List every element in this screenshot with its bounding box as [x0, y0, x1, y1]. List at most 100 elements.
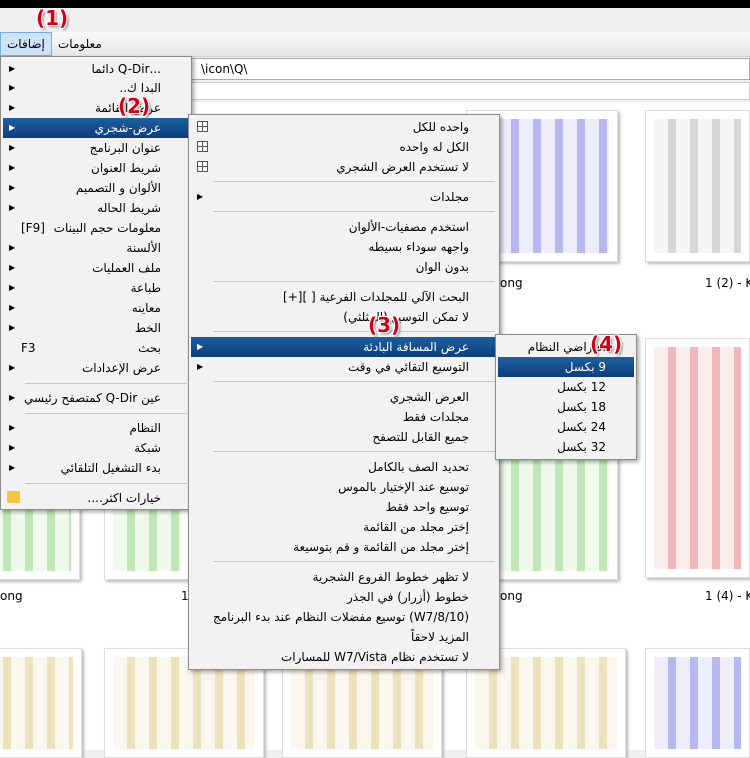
menu-bar: إضافات معلومات	[0, 32, 750, 57]
extras-menu-item-label: النظام	[129, 421, 161, 435]
tree-submenu-item[interactable]: جميع القابل للتصفح	[191, 427, 497, 447]
tree-submenu-item[interactable]: استخدم مصفيات-الألوان	[191, 217, 497, 237]
annotation-1: (1)	[36, 6, 69, 30]
file-thumbnail[interactable]	[645, 648, 750, 758]
tree-submenu-item[interactable]: تحديد الصف بالكامل	[191, 457, 497, 477]
file-caption: 1 (2) - Ko	[705, 276, 750, 290]
extras-menu-item[interactable]: الألسنة ▶	[3, 238, 189, 258]
tree-submenu-item-label: عرض المسافة البادئة	[363, 340, 469, 354]
extras-menu-item[interactable]: النظام ▶	[3, 418, 189, 438]
extras-menu-item-label: شريط العنوان	[91, 161, 161, 175]
tree-submenu-item[interactable]: العرض الشجري	[191, 387, 497, 407]
address-bar[interactable]: \icon\Q\	[190, 58, 750, 80]
tree-submenu-item[interactable]: واحده للكل	[191, 117, 497, 137]
tree-submenu-item-label: البحث الآلي للمجلدات الفرعية [ ][+]	[283, 290, 469, 304]
extras-menu-item[interactable]: عرض-القائمة ▶	[3, 98, 189, 118]
image-preview-icon	[475, 657, 617, 749]
extras-menu-item[interactable]: بدء التشغيل التلقائي ▶	[3, 458, 189, 478]
menu-separator	[213, 181, 495, 182]
file-caption: ong	[500, 589, 523, 603]
submenu-arrow-icon: ▶	[9, 123, 16, 132]
extras-menu-item[interactable]: الألوان و التصميم ▶	[3, 178, 189, 198]
tree-icon	[197, 161, 208, 172]
extras-menu-item-label: خيارات اكثر....	[87, 491, 161, 505]
tree-submenu-item-label: استخدم مصفيات-الألوان	[348, 220, 469, 234]
extras-menu-item-label: الألوان و التصميم	[75, 181, 161, 195]
tree-submenu-item[interactable]: التوسيع التقائي في وقت ▶	[191, 357, 497, 377]
extras-menu-item[interactable]: معلومات حجم البينات [F9]	[3, 218, 189, 238]
tree-submenu-item-label: مجلدات	[429, 190, 469, 204]
tab-strip[interactable]	[190, 82, 750, 100]
tree-submenu-item[interactable]: إختر مجلد من القائمة و قم بتوسيعة	[191, 537, 497, 557]
tree-submenu-item[interactable]: مجلدات ▶	[191, 187, 497, 207]
extras-menu-item[interactable]: عين Q-Dir كمتصفح رئيسي ▶	[3, 388, 189, 408]
menu-separator	[213, 451, 495, 452]
extras-menu-item[interactable]: طباعة ▶	[3, 278, 189, 298]
tree-submenu-item-label: إختر مجلد من القائمة	[363, 520, 469, 534]
extras-menu-item-label: ...Q-Dir دائما	[91, 62, 161, 76]
tree-submenu-item[interactable]: لا تمكن التوسيع (المثلثي)	[191, 307, 497, 327]
indent-submenu-item[interactable]: 32 بكسل	[498, 437, 634, 457]
tree-submenu-item[interactable]: بدون الوان	[191, 257, 497, 277]
menu-info[interactable]: معلومات	[52, 32, 108, 56]
tree-submenu-item[interactable]: الكل له واحده	[191, 137, 497, 157]
indent-submenu-item[interactable]: 24 بكسل	[498, 417, 634, 437]
submenu-arrow-icon: ▶	[9, 83, 16, 92]
extras-menu-item[interactable]: ملف العمليات ▶	[3, 258, 189, 278]
menu-separator	[25, 413, 187, 414]
image-preview-icon	[291, 657, 433, 749]
window-top-border	[0, 0, 750, 8]
file-caption: ong	[500, 276, 523, 290]
extras-menu-item[interactable]: ...Q-Dir دائما ▶	[3, 59, 189, 79]
extras-menu-item[interactable]: شبكة ▶	[3, 438, 189, 458]
tree-submenu-item[interactable]: واجهه سوداء بسيطه	[191, 237, 497, 257]
extras-menu-item-label: الألسنة	[126, 241, 161, 255]
tree-submenu-item-label: (W7/8/10) توسيع مفضلات النظام عند بدء ال…	[212, 610, 469, 624]
menu-extras[interactable]: إضافات	[0, 32, 52, 56]
extras-menu-item-label: شريط الحاله	[97, 201, 161, 215]
tree-submenu-item-label: واجهه سوداء بسيطه	[368, 240, 469, 254]
tree-submenu-item[interactable]: لا تستخدم العرض الشجري	[191, 157, 497, 177]
tree-submenu-item[interactable]: لا تظهر خطوط الفروع الشجرية	[191, 567, 497, 587]
tree-submenu-item[interactable]: عرض المسافة البادئة ▶	[191, 337, 497, 357]
tree-submenu-item-label: توسيع واحد فقط	[385, 500, 469, 514]
tree-icon	[197, 141, 208, 152]
extras-menu-item[interactable]: معاينه ▶	[3, 298, 189, 318]
tree-submenu-item[interactable]: خطوط (أزرار) في الجذر	[191, 587, 497, 607]
tree-submenu-item[interactable]: (W7/8/10) توسيع مفضلات النظام عند بدء ال…	[191, 607, 497, 627]
file-thumbnail[interactable]	[0, 648, 82, 758]
tree-submenu-item-label: لا تستخدم نظام W7/Vista للمسارات	[280, 650, 469, 664]
extras-menu-item[interactable]: خيارات اكثر....	[3, 488, 189, 508]
extras-menu-item[interactable]: البدا ك.. ▶	[3, 78, 189, 98]
tree-submenu-item[interactable]: مجلدات فقط	[191, 407, 497, 427]
indent-submenu-item[interactable]: 18 بكسل	[498, 397, 634, 417]
submenu-arrow-icon: ▶	[9, 103, 16, 112]
extras-menu-item[interactable]: بحث F3	[3, 338, 189, 358]
extras-menu-item-label: الخط	[134, 321, 161, 335]
file-thumbnail[interactable]	[645, 110, 750, 262]
extras-menu-item[interactable]: عرض الإعدادات ▶	[3, 358, 189, 378]
indent-submenu-item[interactable]: 9 بكسل	[498, 357, 634, 377]
extras-menu-item[interactable]: عرض-شجري ▶	[3, 118, 189, 138]
extras-menu-item[interactable]: شريط الحاله ▶	[3, 198, 189, 218]
extras-menu-item[interactable]: الخط ▶	[3, 318, 189, 338]
submenu-arrow-icon: ▶	[9, 463, 16, 472]
file-thumbnail[interactable]	[645, 338, 750, 578]
submenu-arrow-icon: ▶	[9, 143, 16, 152]
extras-menu-item[interactable]: عنوان البرنامج ▶	[3, 138, 189, 158]
submenu-arrow-icon: ▶	[9, 323, 16, 332]
tree-submenu-item[interactable]: لا تستخدم نظام W7/Vista للمسارات	[191, 647, 497, 667]
extras-menu-item-label: عرض الإعدادات	[81, 361, 161, 375]
menu-separator	[213, 281, 495, 282]
indent-submenu-item[interactable]: 12 بكسل	[498, 377, 634, 397]
extras-menu-item-label: بدء التشغيل التلقائي	[60, 461, 161, 475]
tree-submenu-item[interactable]: توسيع عند الإختيار بالموس	[191, 477, 497, 497]
tree-submenu-item[interactable]: البحث الآلي للمجلدات الفرعية [ ][+]	[191, 287, 497, 307]
tree-submenu-item[interactable]: المزيد لاحقاً	[191, 627, 497, 647]
tree-submenu-item[interactable]: توسيع واحد فقط	[191, 497, 497, 517]
indent-submenu-item-label: 24 بكسل	[557, 420, 606, 434]
tree-submenu-item[interactable]: إختر مجلد من القائمة	[191, 517, 497, 537]
extras-menu-item[interactable]: شريط العنوان ▶	[3, 158, 189, 178]
indent-submenu-item-label: 32 بكسل	[557, 440, 606, 454]
menu-separator	[213, 331, 495, 332]
